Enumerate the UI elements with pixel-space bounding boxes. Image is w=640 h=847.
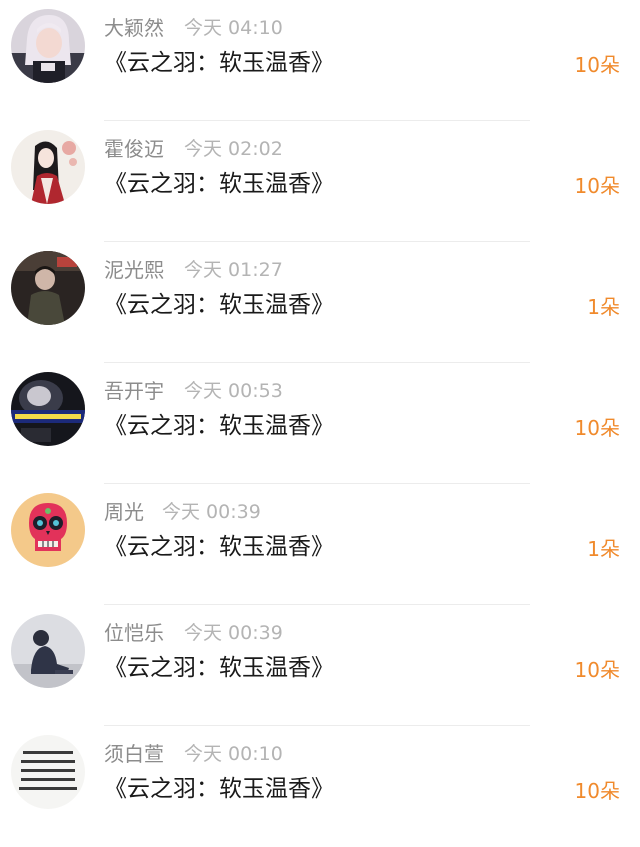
avatar[interactable]	[11, 493, 85, 567]
skull-icon	[11, 493, 85, 567]
user-name: 大颖然	[104, 16, 164, 40]
girl-photo-icon	[11, 9, 85, 83]
gift-record-list: 大颖然 今天 04:10 《云之羽：软玉温香》 10朵 霍俊迈 今天 02:02…	[0, 0, 640, 823]
gift-title: 《云之羽：软玉温香》	[104, 655, 334, 681]
gift-count: 10朵	[574, 53, 620, 77]
avatar[interactable]	[11, 9, 85, 83]
gift-title: 《云之羽：软玉温香》	[104, 534, 334, 560]
list-item[interactable]: 须白萱 今天 00:10 《云之羽：软玉温香》 10朵	[0, 726, 640, 847]
dark-photo-icon	[11, 372, 85, 446]
list-item[interactable]: 霍俊迈 今天 02:02 《云之羽：软玉温香》 10朵	[0, 121, 640, 242]
timestamp: 今天 00:10	[184, 743, 283, 765]
gift-title: 《云之羽：软玉温香》	[104, 413, 334, 439]
gift-title: 《云之羽：软玉温香》	[104, 292, 334, 318]
gift-count: 1朵	[587, 295, 620, 319]
user-name: 霍俊迈	[104, 137, 164, 161]
user-name: 须白萱	[104, 742, 164, 766]
gift-title: 《云之羽：软玉温香》	[104, 50, 334, 76]
avatar[interactable]	[11, 614, 85, 688]
timestamp: 今天 02:02	[184, 138, 283, 160]
gift-count: 10朵	[574, 779, 620, 803]
anime-girl-icon	[11, 130, 85, 204]
timestamp: 今天 04:10	[184, 17, 283, 39]
avatar[interactable]	[11, 251, 85, 325]
list-item[interactable]: 周光 今天 00:39 《云之羽：软玉温香》 1朵	[0, 484, 640, 605]
gift-count: 10朵	[574, 416, 620, 440]
avatar[interactable]	[11, 372, 85, 446]
gift-count: 1朵	[587, 537, 620, 561]
gift-count: 10朵	[574, 174, 620, 198]
user-name: 周光	[104, 500, 144, 524]
person-photo-icon	[11, 251, 85, 325]
user-name: 泥光熙	[104, 258, 164, 282]
avatar[interactable]	[11, 130, 85, 204]
timestamp: 今天 00:53	[184, 380, 283, 402]
list-item[interactable]: 泥光熙 今天 01:27 《云之羽：软玉温香》 1朵	[0, 242, 640, 363]
user-name: 吾开宇	[104, 379, 164, 403]
avatar[interactable]	[11, 735, 85, 809]
gift-title: 《云之羽：软玉温香》	[104, 776, 334, 802]
text-image-icon	[11, 735, 85, 809]
timestamp: 今天 00:39	[162, 501, 261, 523]
gift-count: 10朵	[574, 658, 620, 682]
list-item[interactable]: 大颖然 今天 04:10 《云之羽：软玉温香》 10朵	[0, 0, 640, 121]
list-item[interactable]: 吾开宇 今天 00:53 《云之羽：软玉温香》 10朵	[0, 363, 640, 484]
timestamp: 今天 00:39	[184, 622, 283, 644]
list-item[interactable]: 位恺乐 今天 00:39 《云之羽：软玉温香》 10朵	[0, 605, 640, 726]
timestamp: 今天 01:27	[184, 259, 283, 281]
user-name: 位恺乐	[104, 621, 164, 645]
sitting-person-icon	[11, 614, 85, 688]
gift-title: 《云之羽：软玉温香》	[104, 171, 334, 197]
